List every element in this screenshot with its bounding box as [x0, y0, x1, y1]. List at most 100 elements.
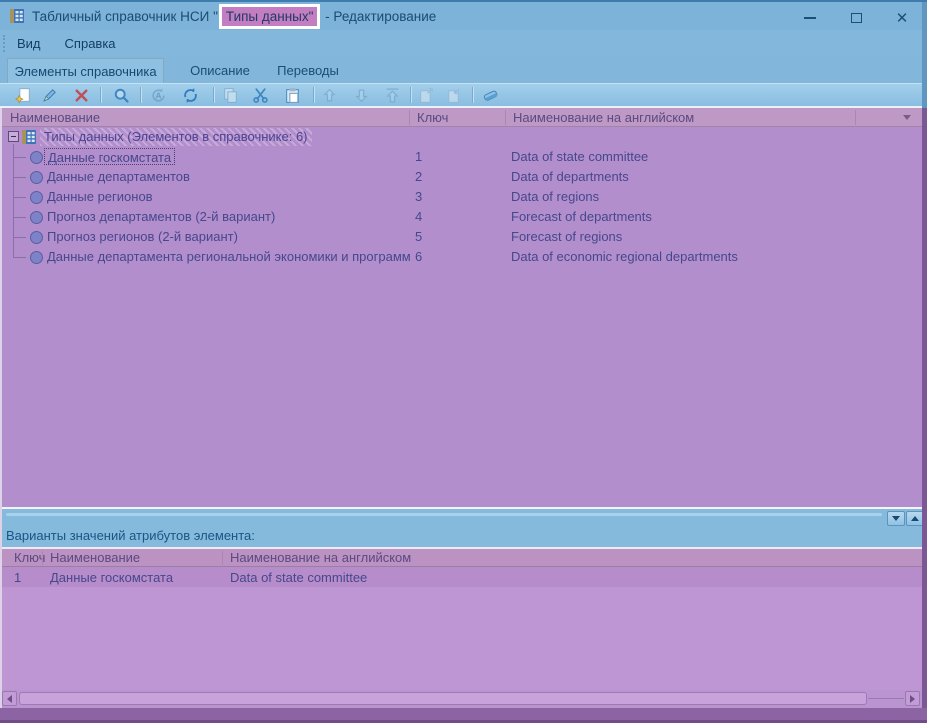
variant-key[interactable]: 1 [14, 568, 21, 587]
element-name-en[interactable]: Data of regions [511, 187, 599, 207]
scrollbar-track[interactable] [868, 698, 904, 699]
tab-strip: Элементы справочника Описание Переводы [0, 56, 927, 83]
column-header-name-en[interactable]: Наименование на английском [513, 108, 694, 127]
title-prefix: Табличный справочник НСИ " [32, 9, 218, 24]
column-separator[interactable] [42, 551, 43, 565]
minimize-button[interactable] [795, 5, 825, 31]
tree-root-row[interactable]: Типы данных (Элементов в справочнике: 6) [0, 127, 922, 147]
tree-root-label[interactable]: Типы данных (Элементов в справочнике: 6) [40, 128, 312, 146]
element-name[interactable]: Данные регионов [44, 188, 156, 205]
column-header-name[interactable]: Наименование [10, 108, 100, 127]
clear-button[interactable] [478, 85, 502, 106]
tab-translations[interactable]: Переводы [258, 58, 358, 83]
minimize-icon [804, 17, 816, 19]
title-highlight: Типы данных" [219, 4, 321, 29]
export-document-button[interactable] [414, 85, 438, 106]
add-item-button[interactable] [11, 85, 35, 106]
variant-name-en[interactable]: Data of state committee [230, 568, 367, 587]
scroll-right-button[interactable] [905, 691, 920, 706]
bottom-table-row[interactable]: 1 Данные госкомстата Data of state commi… [0, 568, 922, 587]
column-separator[interactable] [505, 110, 506, 125]
column-header-key[interactable]: Ключ [14, 549, 45, 567]
search-button[interactable] [109, 85, 133, 106]
toolbar: A [0, 83, 927, 106]
move-down-button[interactable] [349, 85, 373, 106]
edit-button[interactable] [37, 85, 61, 106]
title-bar[interactable]: Табличный справочник НСИ "Типы данных" -… [0, 2, 927, 30]
arrow-up-icon [321, 87, 338, 104]
copy-button[interactable] [218, 85, 242, 106]
table-row[interactable]: Прогноз департаментов (2-й вариант) 4 Fo… [0, 207, 922, 227]
window-title: Табличный справочник НСИ "Типы данных" -… [32, 4, 436, 29]
maximize-button[interactable] [841, 5, 871, 31]
splitter-handle[interactable] [6, 513, 882, 516]
delete-icon [73, 87, 90, 104]
move-up-button[interactable] [317, 85, 341, 106]
import-document-icon [445, 87, 462, 104]
element-key[interactable]: 1 [415, 147, 422, 167]
element-name-en[interactable]: Data of economic regional departments [511, 247, 738, 267]
element-key[interactable]: 6 [415, 247, 422, 267]
import-document-button[interactable] [441, 85, 465, 106]
bottom-grid-header: Ключ Наименование Наименование на англий… [0, 549, 922, 567]
tab-dictionary-elements[interactable]: Элементы справочника [7, 58, 164, 83]
app-window: Табличный справочник НСИ "Типы данных" -… [0, 0, 927, 723]
edit-pencil-icon [41, 87, 58, 104]
element-name-en[interactable]: Data of departments [511, 167, 629, 187]
element-name[interactable]: Прогноз регионов (2-й вариант) [44, 228, 241, 245]
element-name-en[interactable]: Data of state committee [511, 147, 648, 167]
arrow-right-icon [910, 695, 915, 703]
grid-header: Наименование Ключ Наименование на англий… [0, 108, 922, 127]
column-header-key[interactable]: Ключ [417, 108, 448, 127]
element-name[interactable]: Прогноз департаментов (2-й вариант) [44, 208, 278, 225]
close-button[interactable]: ✕ [887, 5, 917, 31]
paste-clipboard-icon [284, 87, 301, 104]
column-separator[interactable] [409, 110, 410, 125]
collapse-icon[interactable] [8, 131, 19, 142]
toolbar-separator [472, 87, 473, 103]
menu-help[interactable]: Справка [53, 36, 128, 51]
refresh-button[interactable] [178, 85, 202, 106]
element-icon [30, 231, 43, 244]
element-name[interactable]: Данные госкомстата [44, 148, 175, 165]
element-key[interactable]: 5 [415, 227, 422, 247]
column-separator[interactable] [222, 551, 223, 565]
toolbar-separator [410, 87, 411, 103]
table-row[interactable]: Данные регионов 3 Data of regions [0, 187, 922, 207]
svg-text:A: A [155, 91, 161, 101]
table-row[interactable]: Данные госкомстата 1 Data of state commi… [0, 147, 922, 167]
title-suffix: - Редактирование [321, 9, 436, 24]
eraser-icon [482, 87, 499, 104]
column-separator[interactable] [855, 110, 856, 125]
cut-button[interactable] [248, 85, 272, 106]
table-row[interactable]: Прогноз регионов (2-й вариант) 5 Forecas… [0, 227, 922, 247]
move-to-top-button[interactable] [380, 85, 404, 106]
table-row[interactable]: Данные департамента региональной экономи… [0, 247, 922, 267]
tab-description[interactable]: Описание [170, 58, 270, 83]
menu-view[interactable]: Вид [5, 36, 53, 51]
element-key[interactable]: 3 [415, 187, 422, 207]
column-header-name-en[interactable]: Наименование на английском [230, 549, 411, 567]
column-chooser-icon[interactable] [903, 115, 911, 120]
search-icon [113, 87, 130, 104]
paste-button[interactable] [280, 85, 304, 106]
variant-name[interactable]: Данные госкомстата [50, 568, 173, 587]
arrow-to-top-icon [384, 87, 401, 104]
element-key[interactable]: 4 [415, 207, 422, 227]
splitter-expand-down-button[interactable] [887, 511, 905, 526]
element-name[interactable]: Данные департамента региональной экономи… [44, 248, 414, 265]
element-key[interactable]: 2 [415, 167, 422, 187]
element-name-en[interactable]: Forecast of departments [511, 207, 652, 227]
add-item-icon [15, 87, 32, 104]
replace-button[interactable]: A [146, 85, 170, 106]
element-name-en[interactable]: Forecast of regions [511, 227, 622, 247]
app-icon [9, 8, 25, 24]
delete-button[interactable] [69, 85, 93, 106]
table-row[interactable]: Данные департаментов 2 Data of departmen… [0, 167, 922, 187]
scroll-left-button[interactable] [2, 691, 17, 706]
window-bottom-border [0, 708, 927, 723]
column-header-name[interactable]: Наименование [50, 549, 140, 567]
scrollbar-thumb[interactable] [19, 692, 867, 705]
element-name[interactable]: Данные департаментов [44, 168, 193, 185]
horizontal-scrollbar[interactable] [0, 690, 922, 708]
